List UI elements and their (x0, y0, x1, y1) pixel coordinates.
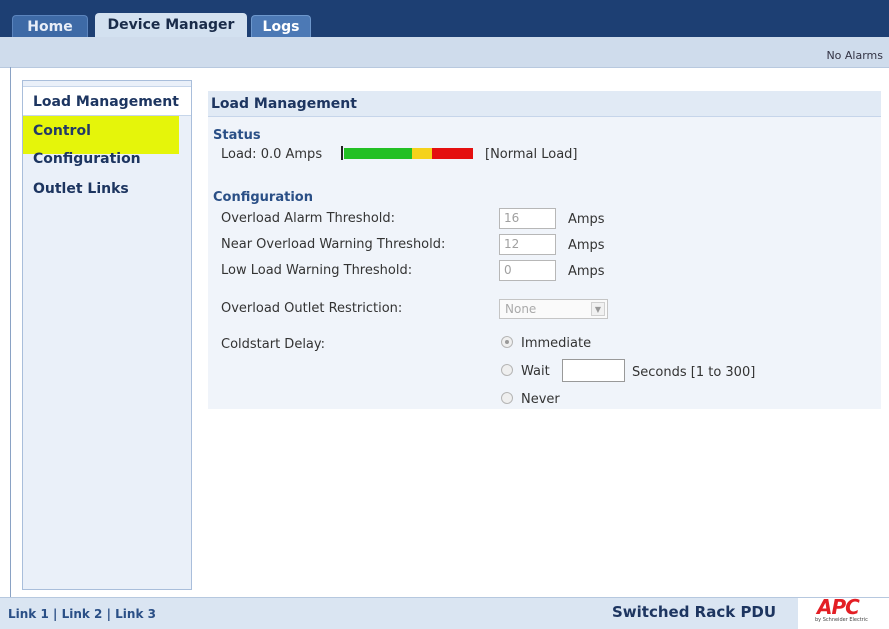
apc-logo-text: APC (817, 595, 860, 619)
footer-link-1[interactable]: Link 1 (8, 607, 49, 621)
load-meter-bar (341, 146, 473, 160)
load-meter-yellow (412, 148, 432, 159)
sidebar-item-outlet-links[interactable]: Outlet Links (23, 174, 191, 204)
coldstart-immediate-radio[interactable] (501, 336, 513, 348)
coldstart-never-label: Never (521, 392, 560, 407)
tab-home[interactable]: Home (12, 15, 88, 37)
overload-alarm-unit: Amps (568, 212, 605, 227)
coldstart-wait-seconds-input[interactable] (562, 359, 625, 382)
low-load-input[interactable]: 0 (499, 260, 556, 281)
apc-logo: APC by Schneider Electric (798, 595, 889, 629)
sidebar-item-load-management[interactable]: Load Management (23, 86, 191, 116)
coldstart-never-radio[interactable] (501, 392, 513, 404)
outlet-restriction-label: Overload Outlet Restriction: (221, 301, 403, 316)
near-overload-input[interactable]: 12 (499, 234, 556, 255)
near-overload-unit: Amps (568, 238, 605, 253)
overload-alarm-label: Overload Alarm Threshold: (221, 211, 396, 226)
top-navigation-bar: Home Device Manager Logs (0, 0, 889, 37)
coldstart-wait-label: Wait (521, 364, 550, 379)
apc-logo-subtitle: by Schneider Electric (815, 617, 868, 623)
near-overload-label: Near Overload Warning Threshold: (221, 237, 446, 252)
footer: Link 1 | Link 2 | Link 3 Switched Rack P… (0, 595, 889, 629)
alarm-status-text[interactable]: No Alarms (826, 49, 883, 62)
footer-link-3[interactable]: Link 3 (115, 607, 156, 621)
status-heading: Status (213, 128, 261, 143)
left-divider (10, 67, 11, 597)
tab-device-manager[interactable]: Device Manager (95, 13, 247, 37)
page-title: Load Management (208, 91, 881, 117)
coldstart-wait-range: Seconds [1 to 300] (632, 365, 756, 380)
load-meter-green (344, 148, 412, 159)
sidebar: Load Management Control Configuration Ou… (22, 80, 192, 590)
footer-link-2[interactable]: Link 2 (62, 607, 103, 621)
outlet-restriction-value: None (505, 302, 537, 316)
low-load-unit: Amps (568, 264, 605, 279)
chevron-down-icon[interactable]: ▼ (591, 302, 605, 316)
coldstart-wait-radio[interactable] (501, 364, 513, 376)
product-name: Switched Rack PDU (612, 603, 777, 621)
overload-alarm-input[interactable]: 16 (499, 208, 556, 229)
outlet-restriction-select[interactable]: None ▼ (499, 299, 608, 319)
load-state: [Normal Load] (485, 147, 578, 162)
coldstart-label: Coldstart Delay: (221, 337, 326, 352)
load-reading: Load: 0.0 Amps (221, 147, 323, 162)
load-meter-marker (341, 146, 343, 160)
alarm-status-bar: No Alarms (0, 37, 889, 68)
low-load-label: Low Load Warning Threshold: (221, 263, 413, 278)
load-meter-red (432, 148, 473, 159)
load-management-panel: Load Management Status Load: 0.0 Amps [N… (208, 91, 881, 409)
tab-logs[interactable]: Logs (251, 15, 311, 37)
footer-separator: | (53, 607, 58, 621)
footer-separator: | (106, 607, 111, 621)
footer-links: Link 1 | Link 2 | Link 3 (8, 607, 156, 621)
configuration-heading: Configuration (213, 190, 313, 205)
sidebar-item-configuration[interactable]: Configuration (23, 144, 191, 174)
coldstart-immediate-label: Immediate (521, 336, 592, 351)
